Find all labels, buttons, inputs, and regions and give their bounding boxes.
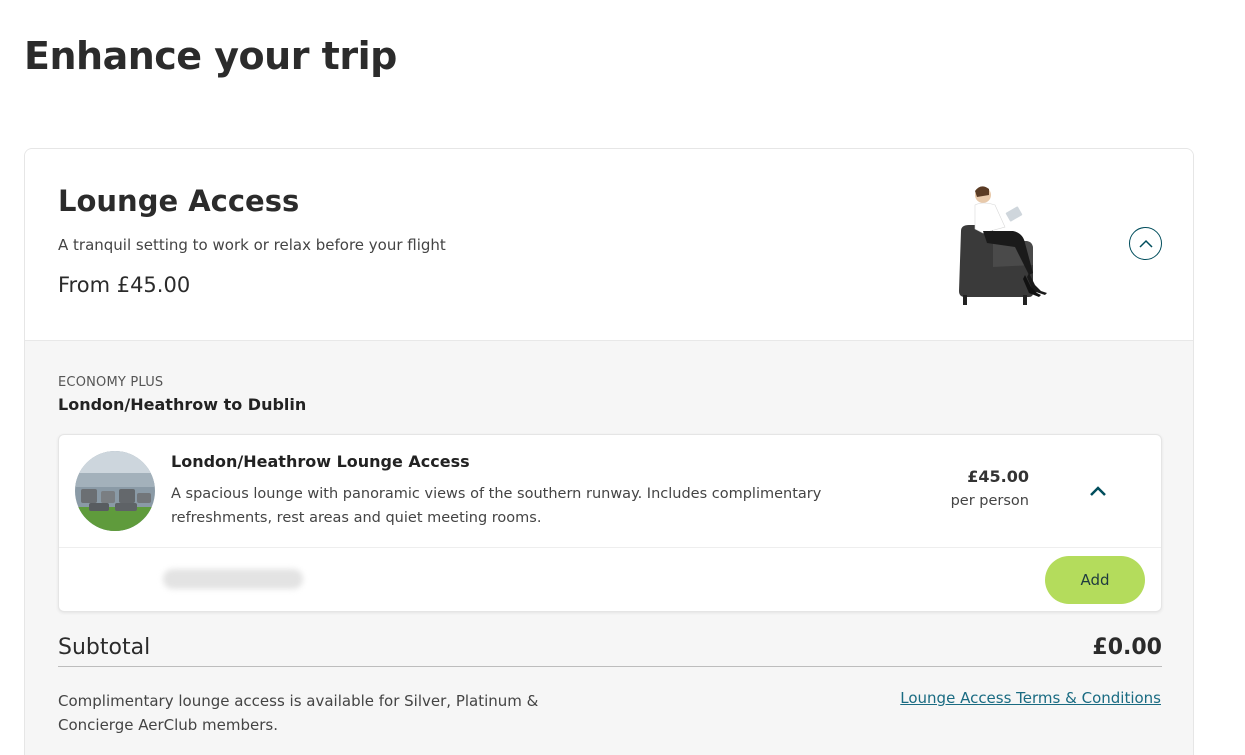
complimentary-access-note: Complimentary lounge access is available… [58,692,539,734]
subtotal-label: Subtotal [58,635,151,660]
chevron-up-icon[interactable] [1087,483,1109,499]
lounge-option-price: £45.00 [967,467,1029,486]
page-title: Enhance your trip [24,34,397,78]
redacted-passenger-name [163,569,303,589]
lounge-option-name: London/Heathrow Lounge Access [171,452,470,471]
lounge-terms-link[interactable]: Lounge Access Terms & Conditions [900,689,1161,707]
cabin-class-label: ECONOMY PLUS [58,375,164,390]
subtotal-row: Subtotal £0.00 [58,633,1162,667]
lounge-option-item: London/Heathrow Lounge Access A spacious… [58,434,1162,612]
lounge-option-price-unit: per person [950,493,1029,509]
card-price-from: From £45.00 [58,273,191,297]
add-button[interactable]: Add [1045,556,1145,604]
collapse-card-button[interactable] [1129,227,1162,260]
lounge-option-details: London/Heathrow Lounge Access A spacious… [59,435,1161,548]
lounge-photo [75,451,155,531]
chevron-up-circle-icon [1138,239,1153,248]
card-header: Lounge Access A tranquil setting to work… [25,149,1193,341]
card-title: Lounge Access [58,184,300,218]
card-subtitle: A tranquil setting to work or relax befo… [58,236,446,254]
lounge-access-card: Lounge Access A tranquil setting to work… [24,148,1194,755]
lounge-illustration [959,186,1047,305]
lounge-option-description: A spacious lounge with panoramic views o… [171,486,822,526]
route-label: London/Heathrow to Dublin [58,395,307,414]
subtotal-value: £0.00 [1092,635,1162,660]
